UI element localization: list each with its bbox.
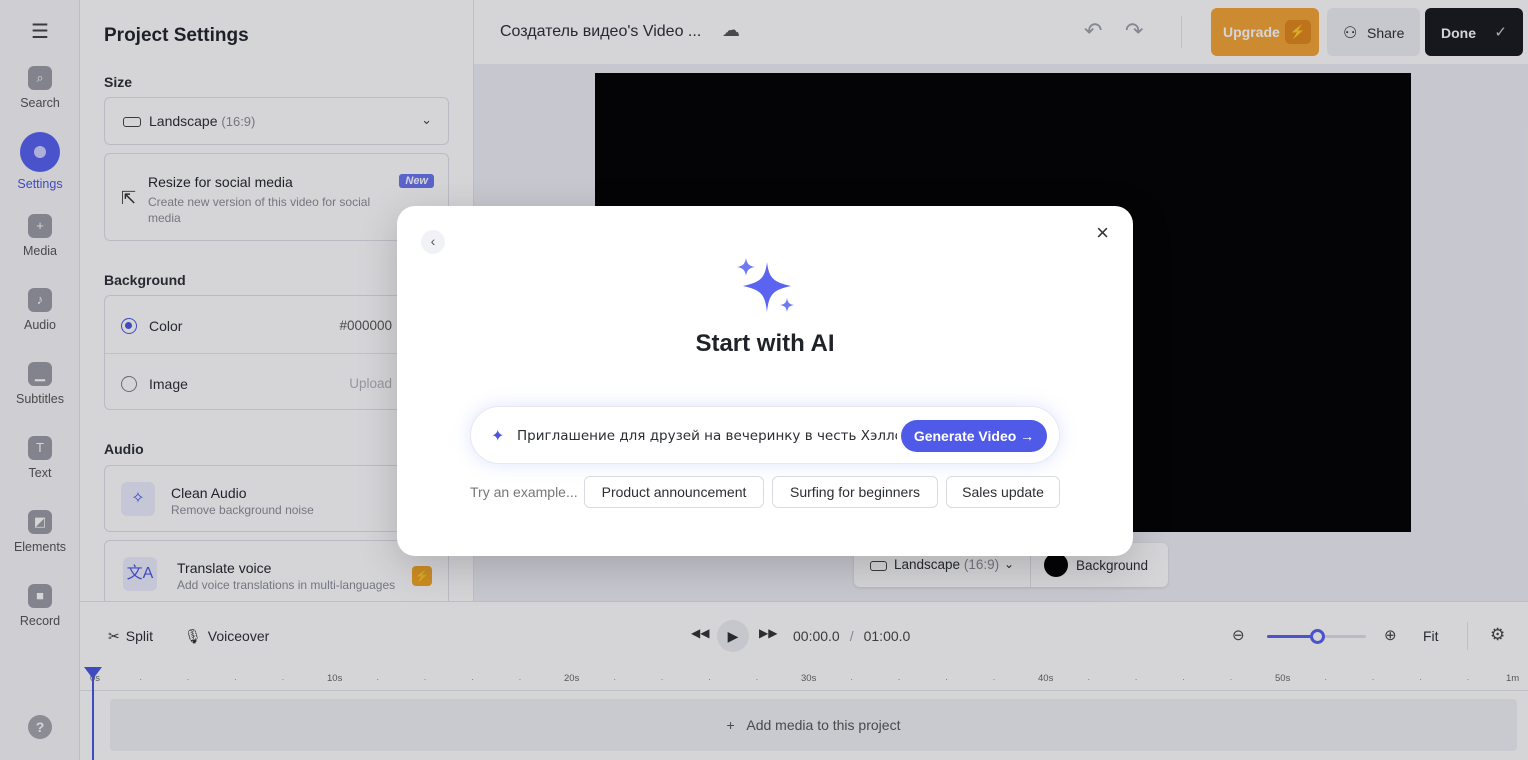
generate-video-button[interactable]: Generate Video → [901, 420, 1047, 452]
try-example-label: Try an example... [470, 484, 578, 500]
chevron-left-icon: ‹ [430, 233, 436, 249]
start-with-ai-dialog: ‹ × Start with AI ✦ Generate Video → Try… [397, 206, 1133, 556]
example-chip[interactable]: Product announcement [584, 476, 764, 508]
dialog-title: Start with AI [695, 330, 835, 357]
ai-prompt-input[interactable] [517, 428, 897, 444]
ai-prompt-box: ✦ Generate Video → [470, 406, 1060, 464]
example-chip[interactable]: Sales update [946, 476, 1060, 508]
sparkle-icon: ✦ [491, 428, 505, 445]
ai-sparkle-icon [737, 258, 794, 312]
close-icon[interactable]: × [1096, 220, 1109, 246]
back-button[interactable]: ‹ [421, 230, 445, 254]
example-chip[interactable]: Surfing for beginners [772, 476, 938, 508]
